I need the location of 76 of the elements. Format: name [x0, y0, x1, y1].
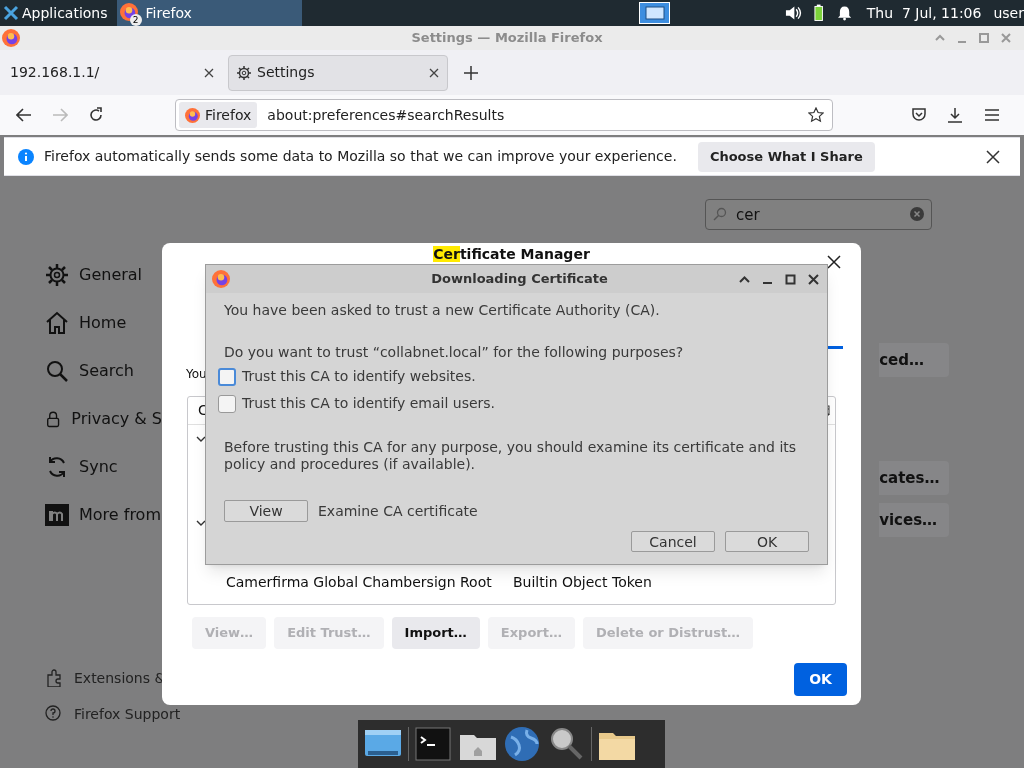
close-icon[interactable] — [204, 67, 214, 78]
window-icon — [644, 6, 665, 20]
clear-icon[interactable] — [910, 207, 924, 221]
applications-menu[interactable]: Applications — [0, 0, 111, 26]
info-icon — [18, 148, 34, 165]
settings-button[interactable]: cates… — [879, 461, 950, 495]
sidebar-item[interactable]: Home — [45, 299, 162, 347]
certificate-action-button[interactable]: Import… — [391, 617, 480, 649]
close-icon[interactable] — [808, 273, 819, 285]
user-name[interactable]: user — [993, 2, 1024, 24]
sidebar-link[interactable]: Firefox Support — [45, 702, 181, 726]
sidebar-item[interactable]: More from — [45, 491, 162, 539]
terminal-icon[interactable] — [415, 725, 453, 763]
x-logo-icon — [3, 5, 19, 21]
window-title: Settings — Mozilla Firefox — [410, 29, 604, 48]
url-text: about:preferences#searchResults — [267, 105, 505, 125]
home-icon — [45, 311, 69, 335]
sidebar-item[interactable]: Privacy & S — [45, 395, 162, 443]
bell-icon[interactable] — [837, 5, 851, 21]
firefox-logo-icon — [2, 29, 20, 47]
shade-icon[interactable] — [739, 273, 750, 285]
m-logo-icon — [45, 503, 69, 527]
sidebar-item[interactable]: General — [45, 251, 162, 299]
battery-icon[interactable] — [814, 4, 824, 22]
maximize-icon[interactable] — [785, 273, 796, 285]
pocket-icon[interactable] — [911, 108, 927, 122]
table-cell-text: Builtin Object Token — [513, 572, 652, 592]
search-icon — [713, 207, 727, 221]
identity-chip[interactable]: Firefox — [179, 102, 258, 128]
dialog-question: Do you want to trust “collabnet.local” for the following purposes? — [224, 343, 685, 362]
search-icon — [45, 359, 69, 383]
close-icon[interactable] — [429, 67, 439, 78]
choose-what-i-share-button[interactable]: Choose What I Share — [697, 141, 875, 172]
ok-button[interactable]: OK — [794, 663, 847, 696]
table-cell-text: Camerfirma Global Chambersign Root — [226, 572, 493, 592]
firefox-logo-icon — [185, 107, 200, 123]
workspace-switcher[interactable] — [639, 2, 671, 24]
star-icon[interactable] — [808, 107, 824, 123]
close-icon[interactable] — [827, 255, 841, 269]
dialog-title: Downloading Certificate — [430, 270, 609, 289]
volume-icon[interactable] — [785, 5, 803, 21]
puzzle-piece-icon — [45, 669, 61, 687]
back-arrow-icon[interactable] — [16, 108, 32, 122]
settings-icon — [237, 65, 251, 80]
search-field[interactable]: cer — [705, 199, 932, 230]
tab-underline — [828, 346, 843, 349]
checkbox[interactable] — [218, 367, 236, 386]
firefox-logo-icon — [119, 3, 138, 21]
settings-icon — [45, 263, 69, 287]
sidebar-item[interactable]: Sync — [45, 443, 162, 491]
new-tab-plus-icon[interactable] — [464, 65, 478, 80]
download-icon[interactable] — [947, 107, 963, 123]
settings-button[interactable]: vices… — [879, 503, 950, 537]
settings-button[interactable]: ced… — [879, 343, 950, 377]
help-icon — [45, 705, 61, 723]
globe-icon[interactable] — [503, 725, 541, 763]
checkbox[interactable] — [218, 394, 236, 413]
dialog-button[interactable]: OK — [725, 531, 809, 552]
browser-tab[interactable]: Settings — [228, 54, 448, 91]
sidebar-item[interactable]: Search — [45, 347, 162, 395]
close-icon[interactable] — [986, 149, 1000, 164]
view-hint: Examine CA certificate — [318, 501, 478, 521]
address-bar[interactable]: Firefox about:preferences#searchResults — [175, 99, 833, 131]
notification-text: Firefox automatically sends some data to Mozilla so that we can improve your experience. — [44, 147, 677, 166]
dialog-button[interactable]: Cancel — [631, 531, 715, 552]
clock[interactable]: Thu 7 Jul, 11:06 — [866, 2, 982, 24]
view-button[interactable]: View — [224, 500, 308, 522]
checkbox-label: Trust this CA to identify email users. — [242, 394, 496, 413]
dialog-warning: Before trusting this CA for any purpose, you should examine its certificate and its policy and procedures (if available). — [224, 439, 798, 473]
checkbox-label: Trust this CA to identify websites. — [242, 367, 476, 386]
firefox-logo-icon — [212, 270, 230, 288]
taskbar-button[interactable]: 2 Firefox — [116, 0, 303, 26]
reload-icon[interactable] — [88, 107, 104, 123]
menu-icon[interactable] — [985, 109, 999, 121]
dialog-message: You have been asked to trust a new Certificate Authority (CA). — [224, 301, 661, 320]
browser-tab[interactable]: 192.168.1.1/ — [2, 54, 222, 91]
